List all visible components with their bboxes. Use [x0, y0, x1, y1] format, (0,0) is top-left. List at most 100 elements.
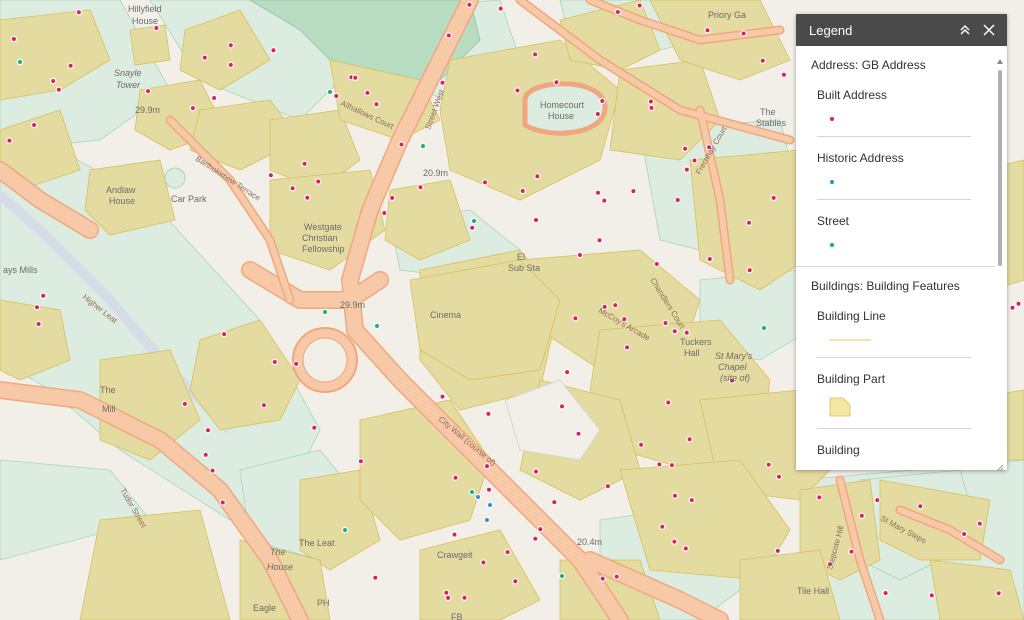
address-point[interactable] [50, 77, 57, 85]
address-point[interactable] [760, 324, 768, 332]
address-point[interactable] [67, 62, 74, 69]
legend-panel[interactable]: Legend Address: GB Address Built Address… [796, 14, 1007, 472]
address-point[interactable] [352, 74, 359, 82]
address-point[interactable] [662, 319, 669, 327]
address-point[interactable] [16, 58, 24, 66]
address-point[interactable] [512, 578, 519, 585]
address-point[interactable] [563, 368, 571, 376]
address-point[interactable] [668, 461, 676, 469]
address-point[interactable] [333, 92, 340, 100]
address-point[interactable] [144, 87, 152, 95]
address-point[interactable] [1015, 300, 1022, 307]
address-point[interactable] [301, 160, 308, 167]
address-point[interactable] [30, 121, 38, 129]
address-point[interactable] [623, 344, 631, 351]
address-point[interactable] [293, 360, 300, 368]
address-point[interactable] [485, 410, 492, 418]
address-point[interactable] [439, 79, 446, 87]
address-point[interactable] [260, 401, 268, 409]
address-point[interactable] [630, 187, 637, 195]
address-point[interactable] [614, 8, 622, 16]
address-point[interactable] [451, 531, 458, 538]
address-point[interactable] [470, 217, 478, 225]
address-point[interactable] [443, 589, 450, 597]
address-point[interactable] [6, 137, 13, 144]
address-point[interactable] [917, 503, 924, 510]
address-point[interactable] [704, 27, 711, 34]
address-point[interactable] [311, 424, 318, 431]
address-point[interactable] [674, 196, 681, 204]
address-point[interactable] [485, 486, 493, 493]
address-point[interactable] [289, 184, 296, 192]
address-point[interactable] [576, 251, 584, 259]
address-point[interactable] [181, 400, 189, 408]
address-point[interactable] [647, 98, 655, 105]
address-point[interactable] [531, 51, 539, 58]
address-point[interactable] [572, 315, 579, 322]
address-point[interactable] [481, 179, 489, 186]
address-point[interactable] [497, 5, 504, 12]
address-point[interactable] [665, 399, 672, 406]
address-point[interactable] [656, 461, 663, 468]
address-point[interactable] [480, 559, 487, 566]
address-point[interactable] [599, 575, 606, 582]
legend-scrollbar-thumb[interactable] [998, 70, 1002, 266]
address-point[interactable] [271, 358, 278, 366]
address-point[interactable] [474, 493, 482, 501]
address-point[interactable] [706, 255, 714, 263]
address-point[interactable] [227, 61, 234, 69]
address-point[interactable] [671, 538, 678, 545]
address-point[interactable] [466, 1, 473, 9]
address-point[interactable] [686, 436, 693, 443]
address-point[interactable] [219, 499, 226, 506]
address-point[interactable] [780, 71, 788, 78]
address-point[interactable] [209, 467, 216, 474]
address-point[interactable] [364, 89, 371, 97]
address-point[interactable] [746, 266, 753, 274]
scroll-up-icon[interactable] [997, 52, 1003, 64]
address-point[interactable] [468, 488, 476, 496]
address-point[interactable] [204, 427, 212, 434]
address-point[interactable] [153, 24, 160, 32]
address-point[interactable] [35, 320, 42, 328]
address-point[interactable] [612, 301, 619, 309]
address-point[interactable] [227, 42, 234, 49]
address-point[interactable] [671, 328, 678, 335]
address-point[interactable] [372, 574, 379, 582]
address-point[interactable] [341, 526, 349, 534]
address-point[interactable] [688, 496, 696, 504]
address-point[interactable] [682, 545, 690, 552]
address-point[interactable] [594, 189, 602, 196]
address-point[interactable] [928, 592, 936, 599]
address-point[interactable] [637, 441, 645, 448]
address-point[interactable] [189, 104, 197, 112]
address-point[interactable] [874, 496, 881, 504]
address-point[interactable] [759, 57, 766, 65]
address-point[interactable] [691, 157, 698, 164]
address-point[interactable] [40, 292, 47, 299]
legend-body[interactable]: Address: GB Address Built Address Histor… [796, 46, 995, 470]
address-point[interactable] [537, 525, 544, 533]
address-point[interactable] [398, 141, 405, 148]
address-point[interactable] [514, 87, 521, 94]
address-point[interactable] [558, 572, 566, 580]
address-point[interactable] [575, 430, 582, 437]
address-point[interactable] [270, 47, 277, 54]
address-point[interactable] [551, 498, 558, 506]
address-point[interactable] [220, 330, 228, 338]
resize-grip-icon[interactable] [996, 459, 1004, 472]
address-point[interactable] [976, 520, 984, 527]
address-point[interactable] [10, 35, 18, 43]
address-point[interactable] [389, 194, 396, 202]
address-point[interactable] [960, 530, 968, 538]
address-point[interactable] [558, 403, 566, 410]
address-point[interactable] [417, 183, 424, 191]
address-point[interactable] [775, 473, 783, 480]
address-point[interactable] [469, 224, 476, 231]
address-point[interactable] [534, 173, 541, 180]
address-point[interactable] [553, 78, 560, 86]
address-point[interactable] [210, 94, 218, 102]
address-point[interactable] [373, 101, 380, 108]
double-chevron-up-icon[interactable] [955, 20, 975, 40]
address-point[interactable] [683, 329, 691, 336]
